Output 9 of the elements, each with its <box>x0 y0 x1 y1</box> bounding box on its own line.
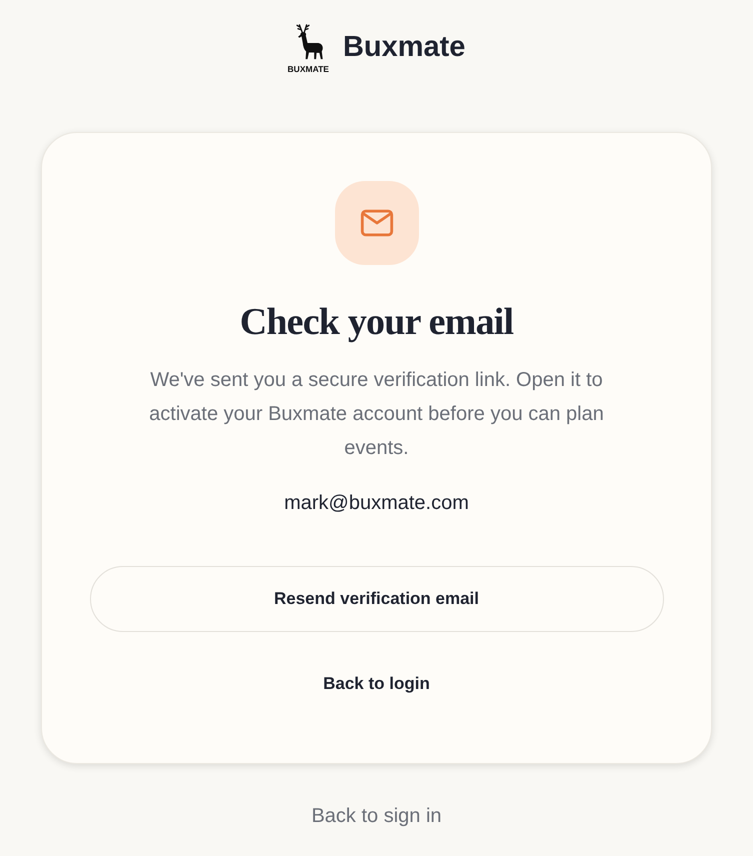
resend-button[interactable]: Resend verification email <box>90 566 664 632</box>
logo-caption: BUXMATE <box>288 65 329 74</box>
mail-icon <box>360 208 394 236</box>
back-to-login-link[interactable]: Back to login <box>317 666 436 702</box>
verification-message: We've sent you a secure verification link. Open it to activate your Buxmate account before you can plan events. <box>148 368 605 460</box>
back-to-sign-in-link[interactable]: Back to sign in <box>311 802 442 830</box>
card-title: Check your email <box>240 300 514 344</box>
brand-name: Buxmate <box>342 33 466 62</box>
email-address: mark@buxmate.com <box>284 490 469 516</box>
